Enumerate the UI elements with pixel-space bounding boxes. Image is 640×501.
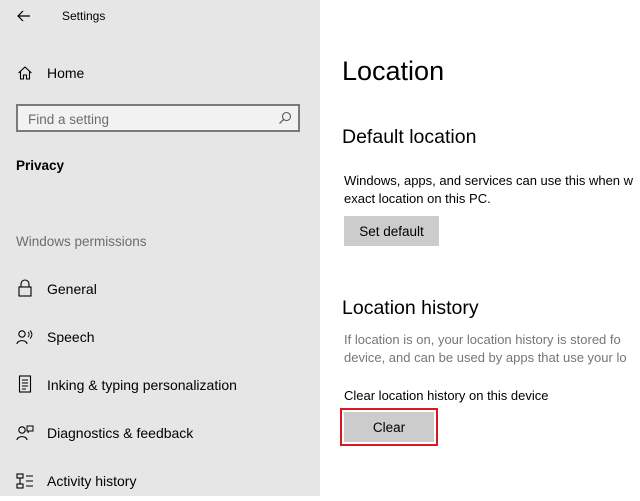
- location-history-description-line1: If location is on, your location history…: [344, 332, 621, 347]
- clear-history-label: Clear location history on this device: [344, 388, 549, 403]
- sidebar-item-label: General: [47, 281, 97, 297]
- default-location-description-line2: exact location on this PC.: [344, 191, 491, 206]
- activity-history-icon: [16, 472, 34, 490]
- default-location-heading: Default location: [342, 126, 477, 148]
- search-placeholder: Find a setting: [28, 112, 110, 127]
- sidebar-item-label: Speech: [47, 329, 95, 345]
- sidebar-item-speech[interactable]: Speech: [0, 317, 320, 357]
- speech-icon: [16, 328, 34, 346]
- sidebar-item-diagnostics[interactable]: Diagnostics & feedback: [0, 413, 320, 453]
- default-location-description-line1: Windows, apps, and services can use this…: [344, 173, 634, 188]
- section-title-privacy: Privacy: [16, 158, 65, 173]
- search-input[interactable]: Find a setting: [16, 104, 300, 132]
- location-history-heading: Location history: [342, 297, 479, 319]
- location-history-description-line2: device, and can be used by apps that use…: [344, 350, 627, 365]
- page-title: Location: [342, 56, 445, 86]
- sidebar-item-activity-history[interactable]: Activity history: [0, 461, 320, 501]
- sidebar-item-general[interactable]: General: [0, 269, 320, 309]
- set-default-button[interactable]: Set default: [344, 216, 439, 246]
- home-label: Home: [47, 65, 85, 81]
- group-label-windows-permissions: Windows permissions: [16, 234, 147, 249]
- sidebar: Settings Home Find a setting Privacy Win…: [0, 0, 320, 496]
- sidebar-item-label: Diagnostics & feedback: [47, 425, 194, 441]
- sidebar-item-inking-typing[interactable]: Inking & typing personalization: [0, 365, 320, 405]
- default-location-description: Windows, apps, and services can use this…: [344, 172, 633, 208]
- home-icon: [16, 64, 34, 82]
- back-arrow-icon: [17, 10, 30, 22]
- inking-icon: [16, 375, 34, 393]
- back-button[interactable]: [12, 4, 36, 28]
- diagnostics-icon: [16, 424, 34, 442]
- sidebar-item-label: Inking & typing personalization: [47, 377, 237, 393]
- search-icon[interactable]: [278, 111, 292, 125]
- main-content: Location Default location Windows, apps,…: [320, 0, 640, 496]
- home-nav-item[interactable]: Home: [0, 53, 320, 93]
- window-title: Settings: [62, 9, 106, 23]
- clear-button[interactable]: Clear: [344, 412, 434, 442]
- lock-icon: [16, 279, 34, 297]
- sidebar-item-label: Activity history: [47, 473, 137, 489]
- location-history-description: If location is on, your location history…: [344, 331, 627, 367]
